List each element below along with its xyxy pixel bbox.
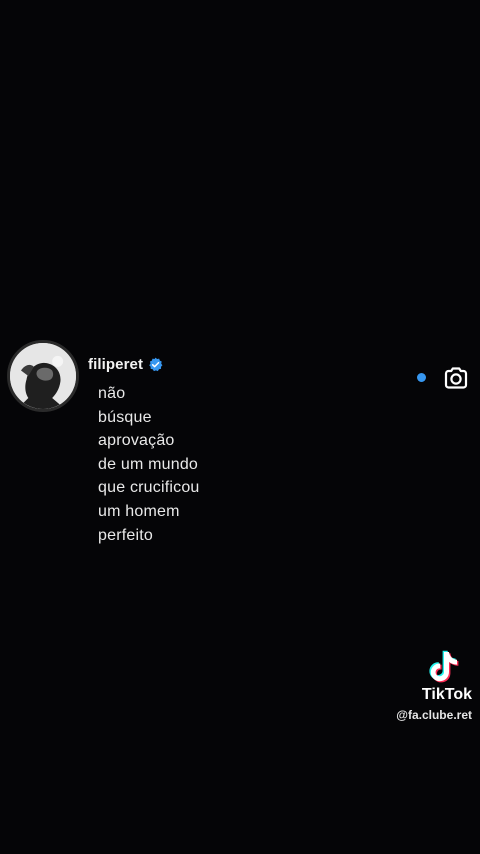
- camera-button[interactable]: [442, 364, 470, 392]
- message-text: não búsque aprovação de um mundo que cru…: [98, 382, 200, 547]
- video-screen: filiperet não búsque aprovação de um mun…: [0, 0, 480, 854]
- message-line: aprovação: [98, 432, 175, 450]
- tiktok-watermark: TikTok @fa.clube.ret: [390, 648, 474, 722]
- message-line: um homem: [98, 502, 180, 520]
- unread-dot: [417, 373, 426, 382]
- profile-photo: [10, 343, 76, 409]
- message-line: perfeito: [98, 526, 153, 544]
- tiktok-handle: @fa.clube.ret: [396, 708, 472, 722]
- username-line: filiperet: [88, 356, 163, 373]
- avatar[interactable]: [7, 340, 79, 412]
- username[interactable]: filiperet: [88, 356, 143, 373]
- camera-icon: [444, 367, 468, 389]
- tiktok-brand-label: TikTok: [421, 686, 472, 703]
- message-line: búsque: [98, 408, 152, 426]
- message-row[interactable]: filiperet não búsque aprovação de um mun…: [0, 338, 480, 558]
- tiktok-logo-icon: [429, 650, 459, 683]
- message-line: não: [98, 385, 126, 402]
- verified-badge-icon: [148, 357, 163, 372]
- message-line: que crucificou: [98, 479, 200, 497]
- message-line: de um mundo: [98, 455, 199, 473]
